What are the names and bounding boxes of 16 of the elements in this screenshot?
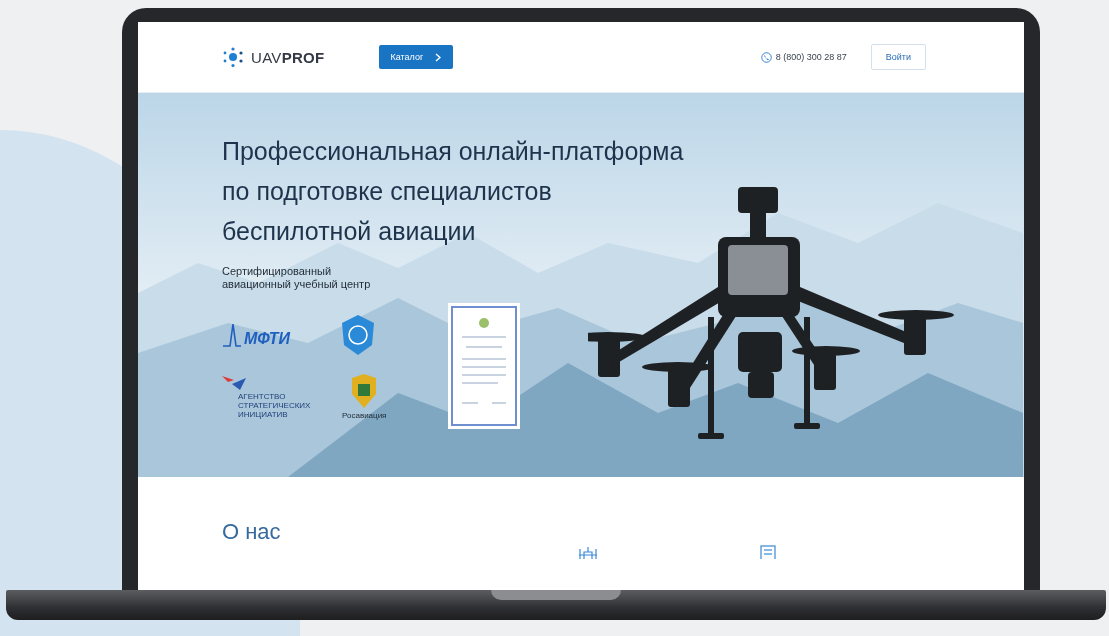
agency-logo: АГЕНТСТВО СТРАТЕГИЧЕСКИХ ИНИЦИАТИВ (222, 375, 311, 419)
emblem-logo (342, 315, 374, 355)
building-icon (578, 545, 598, 559)
catalog-button[interactable]: Каталог (378, 45, 454, 69)
hero-heading: Профессиональная онлайн-платформа по подготовке специалистов беспилотной авиации (222, 136, 685, 247)
dots-logo-icon (222, 46, 244, 68)
chevron-icon (435, 52, 442, 62)
hero-subtitle: Сертифицированный авиационный учебный центр (222, 265, 372, 291)
university-logo: МФТИ (222, 322, 291, 348)
phone-icon (760, 51, 772, 63)
document-icon (760, 545, 776, 559)
agency-logo: Росавиация (342, 374, 387, 420)
section-heading: О нас (222, 519, 282, 545)
phone-number[interactable]: 8 (800) 300 28 87 (775, 52, 847, 62)
logo-wordmark[interactable]: UAVPROF (251, 48, 325, 66)
login-button[interactable]: Войти (870, 44, 926, 70)
